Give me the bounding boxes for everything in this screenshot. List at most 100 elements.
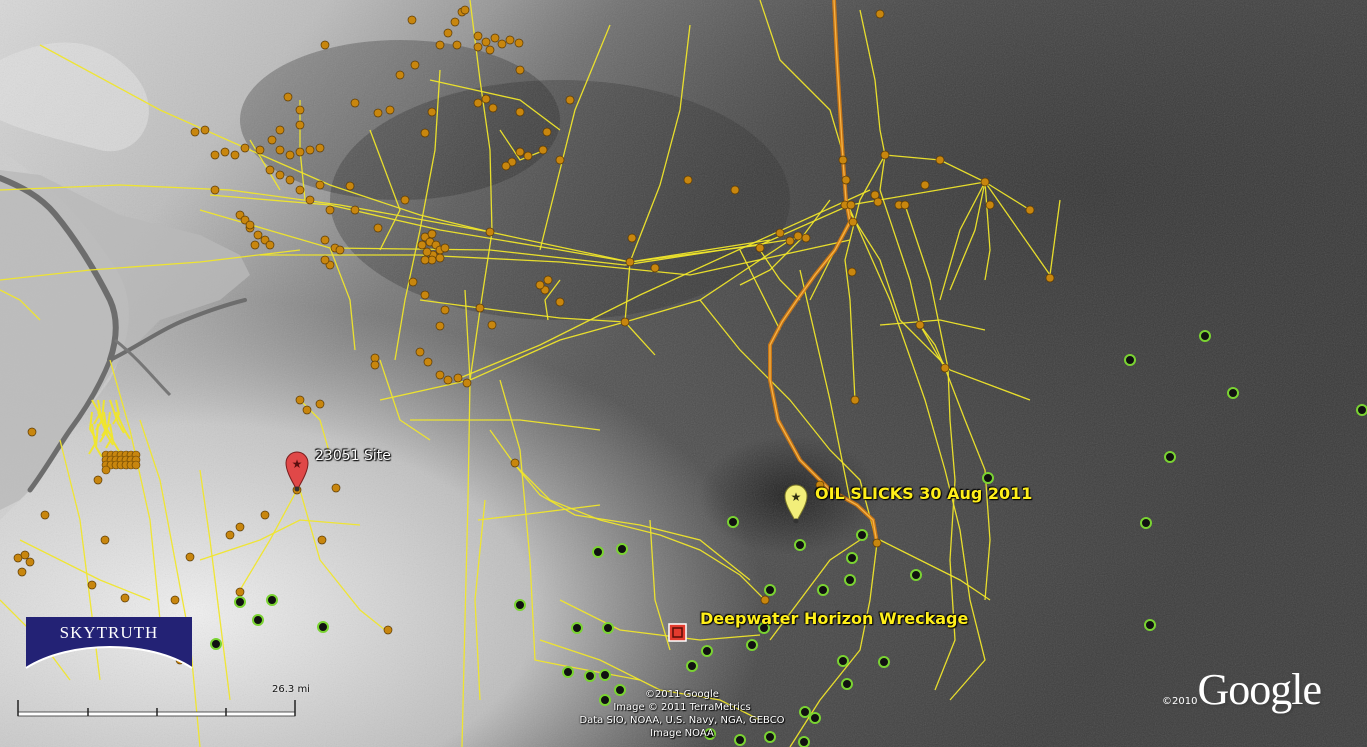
platform-marker[interactable]	[420, 255, 430, 265]
platform-marker[interactable]	[940, 363, 950, 373]
platform-marker[interactable]	[275, 170, 285, 180]
platform-marker[interactable]	[27, 427, 37, 437]
platform-marker[interactable]	[255, 145, 265, 155]
platform-marker[interactable]	[440, 243, 450, 253]
platform-marker[interactable]	[980, 177, 990, 187]
platform-marker[interactable]	[295, 395, 305, 405]
platform-marker[interactable]	[1045, 273, 1055, 283]
platform-marker[interactable]	[93, 475, 103, 485]
platform-marker[interactable]	[650, 263, 660, 273]
well-marker[interactable]	[746, 639, 758, 651]
platform-marker[interactable]	[900, 200, 910, 210]
platform-marker[interactable]	[225, 530, 235, 540]
platform-marker[interactable]	[435, 321, 445, 331]
platform-marker[interactable]	[920, 180, 930, 190]
platform-marker[interactable]	[535, 280, 545, 290]
platform-marker[interactable]	[350, 205, 360, 215]
well-marker[interactable]	[794, 539, 806, 551]
platform-marker[interactable]	[283, 92, 293, 102]
platform-marker[interactable]	[625, 257, 635, 267]
platform-marker[interactable]	[420, 290, 430, 300]
platform-marker[interactable]	[848, 217, 858, 227]
well-marker[interactable]	[844, 574, 856, 586]
well-marker[interactable]	[252, 614, 264, 626]
platform-marker[interactable]	[501, 161, 511, 171]
platform-marker[interactable]	[473, 42, 483, 52]
platform-marker[interactable]	[485, 227, 495, 237]
well-marker[interactable]	[817, 584, 829, 596]
platform-marker[interactable]	[985, 200, 995, 210]
platform-marker[interactable]	[260, 510, 270, 520]
platform-marker[interactable]	[875, 9, 885, 19]
platform-marker[interactable]	[253, 230, 263, 240]
well-marker[interactable]	[764, 584, 776, 596]
platform-marker[interactable]	[350, 98, 360, 108]
well-marker[interactable]	[514, 599, 526, 611]
well-marker[interactable]	[1144, 619, 1156, 631]
platform-marker[interactable]	[305, 195, 315, 205]
platform-marker[interactable]	[385, 105, 395, 115]
platform-marker[interactable]	[423, 357, 433, 367]
platform-marker[interactable]	[850, 395, 860, 405]
platform-marker[interactable]	[487, 320, 497, 330]
platform-marker[interactable]	[285, 175, 295, 185]
well-marker[interactable]	[846, 552, 858, 564]
well-marker[interactable]	[1356, 404, 1367, 416]
well-marker[interactable]	[266, 594, 278, 606]
platform-marker[interactable]	[315, 143, 325, 153]
platform-marker[interactable]	[915, 320, 925, 330]
platform-marker[interactable]	[755, 243, 765, 253]
platform-marker[interactable]	[185, 552, 195, 562]
platform-marker[interactable]	[427, 107, 437, 117]
platform-marker[interactable]	[880, 150, 890, 160]
platform-marker[interactable]	[275, 125, 285, 135]
platform-marker[interactable]	[87, 580, 97, 590]
platform-marker[interactable]	[435, 40, 445, 50]
well-marker[interactable]	[592, 546, 604, 558]
well-marker[interactable]	[701, 645, 713, 657]
platform-marker[interactable]	[473, 98, 483, 108]
platform-marker[interactable]	[452, 40, 462, 50]
platform-marker[interactable]	[25, 557, 35, 567]
platform-marker[interactable]	[440, 305, 450, 315]
platform-marker[interactable]	[190, 127, 200, 137]
platform-marker[interactable]	[408, 277, 418, 287]
platform-marker[interactable]	[620, 317, 630, 327]
well-marker[interactable]	[1164, 451, 1176, 463]
well-marker[interactable]	[837, 655, 849, 667]
platform-marker[interactable]	[331, 483, 341, 493]
platform-marker[interactable]	[230, 150, 240, 160]
platform-marker[interactable]	[422, 247, 432, 257]
platform-marker[interactable]	[488, 103, 498, 113]
platform-marker[interactable]	[1025, 205, 1035, 215]
platform-marker[interactable]	[435, 253, 445, 263]
platform-marker[interactable]	[295, 120, 305, 130]
platform-marker[interactable]	[683, 175, 693, 185]
platform-marker[interactable]	[200, 125, 210, 135]
well-marker[interactable]	[1227, 387, 1239, 399]
platform-marker[interactable]	[410, 60, 420, 70]
platform-marker[interactable]	[543, 275, 553, 285]
platform-marker[interactable]	[345, 181, 355, 191]
well-marker[interactable]	[1140, 517, 1152, 529]
well-marker[interactable]	[602, 622, 614, 634]
satellite-map-view[interactable]: ★ ★ 23051 Site OIL SLICKS 30 Aug 2011 De…	[0, 0, 1367, 747]
platform-marker[interactable]	[935, 155, 945, 165]
wreckage-marker-icon[interactable]	[668, 623, 687, 642]
platform-marker[interactable]	[515, 147, 525, 157]
platform-marker[interactable]	[320, 235, 330, 245]
platform-marker[interactable]	[370, 360, 380, 370]
platform-marker[interactable]	[481, 37, 491, 47]
platform-marker[interactable]	[373, 108, 383, 118]
platform-marker[interactable]	[801, 233, 811, 243]
well-marker[interactable]	[562, 666, 574, 678]
platform-marker[interactable]	[473, 31, 483, 41]
platform-marker[interactable]	[285, 150, 295, 160]
platform-marker[interactable]	[373, 223, 383, 233]
platform-marker[interactable]	[131, 460, 141, 470]
platform-marker[interactable]	[427, 229, 437, 239]
platform-marker[interactable]	[210, 185, 220, 195]
well-marker[interactable]	[841, 678, 853, 690]
platform-marker[interactable]	[435, 370, 445, 380]
platform-marker[interactable]	[760, 595, 770, 605]
